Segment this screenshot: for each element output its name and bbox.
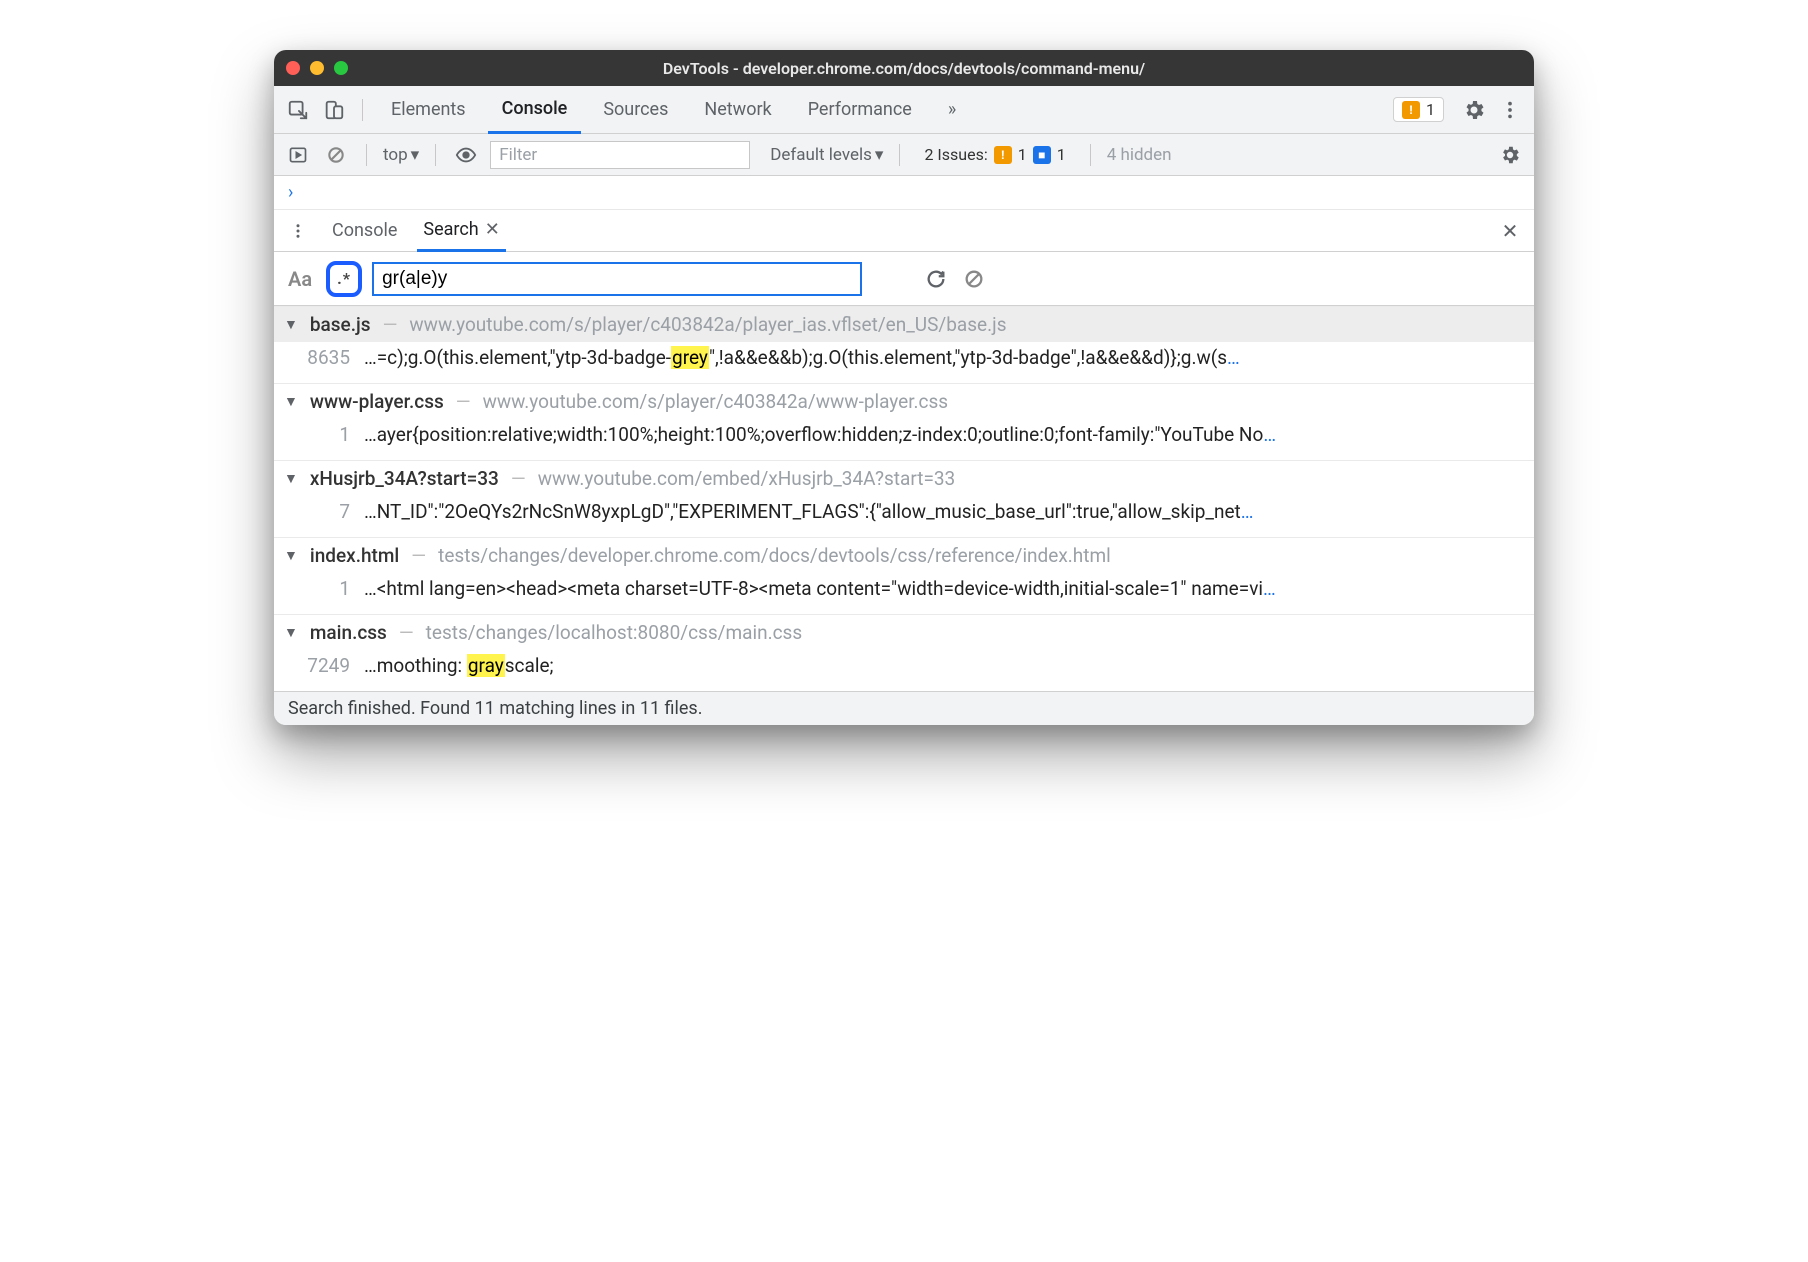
info-badge-icon: ■ — [1033, 146, 1051, 164]
devtools-window: DevTools - developer.chrome.com/docs/dev… — [274, 50, 1534, 725]
separator: — — [456, 390, 471, 413]
match-highlight: gray — [467, 654, 505, 677]
more-menu-icon[interactable] — [1496, 96, 1524, 124]
result-path: www.youtube.com/s/player/c403842a/player… — [409, 313, 1006, 336]
minimize-window-button[interactable] — [310, 61, 324, 75]
tabs-overflow[interactable]: » — [934, 86, 970, 134]
titlebar: DevTools - developer.chrome.com/docs/dev… — [274, 50, 1534, 86]
disclosure-triangle-icon: ▼ — [284, 393, 298, 410]
separator — [362, 99, 363, 121]
result-filename: index.html — [310, 544, 399, 567]
live-expression-eye-icon[interactable] — [452, 141, 480, 169]
separator — [899, 144, 900, 166]
device-toolbar-icon[interactable] — [320, 96, 348, 124]
console-prompt[interactable]: › — [274, 176, 1534, 210]
result-group-header[interactable]: ▼ main.css — tests/changes/localhost:8080/c… — [274, 614, 1534, 650]
result-line[interactable]: 7 …NT_ID":"2OeQYs2rNcSnW8yxpLgD","EXPERIM… — [274, 496, 1534, 537]
separator: — — [383, 313, 398, 336]
drawer-more-icon[interactable] — [284, 217, 312, 245]
result-group-header[interactable]: ▼ www-player.css — www.youtube.com/s/player… — [274, 383, 1534, 419]
clear-console-icon[interactable] — [322, 141, 350, 169]
console-toolbar: top ▾ Filter Default levels ▾ 2 Issues: … — [274, 134, 1534, 176]
tab-network[interactable]: Network — [690, 86, 785, 134]
tab-sources[interactable]: Sources — [589, 86, 682, 134]
issues-chip-count: 1 — [1426, 100, 1435, 119]
tab-elements[interactable]: Elements — [377, 86, 480, 134]
separator — [435, 144, 436, 166]
result-path: www.youtube.com/embed/xHusjrb_34A?start=… — [538, 467, 956, 490]
settings-gear-icon[interactable] — [1460, 96, 1488, 124]
result-group-header[interactable]: ▼ index.html — tests/changes/developer.chro… — [274, 537, 1534, 573]
result-group-header[interactable]: ▼ xHusjrb_34A?start=33 — www.youtube.com/em… — [274, 460, 1534, 496]
window-title: DevTools - developer.chrome.com/docs/dev… — [274, 59, 1534, 78]
console-settings-gear-icon[interactable] — [1496, 141, 1524, 169]
tab-console[interactable]: Console — [488, 86, 582, 134]
context-selector[interactable]: top ▾ — [383, 145, 419, 165]
disclosure-triangle-icon: ▼ — [284, 470, 298, 487]
disclosure-triangle-icon: ▼ — [284, 316, 298, 333]
clear-search-icon[interactable] — [960, 265, 988, 293]
traffic-lights — [286, 61, 348, 75]
result-line[interactable]: 8635 …=c);g.O(this.element,"ytp-3d-badge-… — [274, 342, 1534, 383]
result-filename: www-player.css — [310, 390, 444, 413]
issues-summary[interactable]: 2 Issues: ! 1 ■ 1 — [916, 143, 1073, 166]
separator: — — [511, 467, 526, 490]
match-case-toggle[interactable]: Aa — [284, 267, 316, 291]
result-line[interactable]: 7249 …moothing: grayscale; — [274, 650, 1534, 691]
warning-badge-icon: ! — [994, 146, 1012, 164]
result-path: tests/changes/localhost:8080/css/main.cs… — [426, 621, 803, 644]
result-path: tests/changes/developer.chrome.com/docs/… — [438, 544, 1111, 567]
line-content: …NT_ID":"2OeQYs2rNcSnW8yxpLgD","EXPERIME… — [364, 500, 1253, 523]
close-window-button[interactable] — [286, 61, 300, 75]
drawer-tabs: Console Search ✕ ✕ — [274, 210, 1534, 252]
drawer-tab-search[interactable]: Search ✕ — [417, 210, 505, 252]
line-content: …ayer{position:relative;width:100%;heigh… — [364, 423, 1276, 446]
warning-badge-icon: ! — [1402, 101, 1420, 119]
issues-chip[interactable]: ! 1 — [1393, 97, 1444, 122]
separator — [366, 144, 367, 166]
separator: — — [399, 621, 414, 644]
result-filename: main.css — [310, 621, 387, 644]
log-levels-dropdown[interactable]: Default levels ▾ — [770, 145, 883, 165]
inspect-element-icon[interactable] — [284, 96, 312, 124]
line-number: 8635 — [298, 346, 350, 369]
close-drawer-icon[interactable]: ✕ — [1496, 217, 1524, 245]
result-group-header[interactable]: ▼ base.js — www.youtube.com/s/player/c40384… — [274, 306, 1534, 342]
chevron-down-icon: ▾ — [875, 145, 884, 165]
hidden-messages-label[interactable]: 4 hidden — [1107, 145, 1172, 165]
main-toolbar: Elements Console Sources Network Perform… — [274, 86, 1534, 134]
line-content: …moothing: grayscale; — [364, 654, 554, 677]
close-tab-icon[interactable]: ✕ — [485, 219, 500, 240]
search-results: ▼ base.js — www.youtube.com/s/player/c40384… — [274, 306, 1534, 691]
tab-performance[interactable]: Performance — [794, 86, 926, 134]
disclosure-triangle-icon: ▼ — [284, 624, 298, 641]
result-filename: xHusjrb_34A?start=33 — [310, 467, 499, 490]
search-input[interactable] — [372, 262, 862, 296]
line-number: 7249 — [298, 654, 350, 677]
line-content: …=c);g.O(this.element,"ytp-3d-badge-grey… — [364, 346, 1240, 369]
refresh-search-icon[interactable] — [922, 265, 950, 293]
status-bar: Search finished. Found 11 matching lines… — [274, 691, 1534, 725]
match-highlight: grey — [671, 346, 709, 369]
drawer-tab-console[interactable]: Console — [326, 210, 403, 252]
search-toolbar: Aa .* — [274, 252, 1534, 306]
result-path: www.youtube.com/s/player/c403842a/www-pl… — [483, 390, 949, 413]
result-filename: base.js — [310, 313, 371, 336]
separator — [1090, 144, 1091, 166]
zoom-window-button[interactable] — [334, 61, 348, 75]
result-line[interactable]: 1 …<html lang=en><head><meta charset=UTF-… — [274, 573, 1534, 614]
line-number: 1 — [298, 577, 350, 600]
prompt-chevron-icon: › — [288, 182, 293, 203]
chevron-down-icon: ▾ — [411, 145, 420, 165]
filter-input[interactable]: Filter — [490, 141, 750, 169]
result-line[interactable]: 1 …ayer{position:relative;width:100%;heig… — [274, 419, 1534, 460]
show-console-sidebar-icon[interactable] — [284, 141, 312, 169]
line-number: 1 — [298, 423, 350, 446]
line-number: 7 — [298, 500, 350, 523]
regex-toggle[interactable]: .* — [326, 261, 362, 297]
line-content: …<html lang=en><head><meta charset=UTF-8… — [364, 577, 1276, 600]
disclosure-triangle-icon: ▼ — [284, 547, 298, 564]
separator: — — [411, 544, 426, 567]
